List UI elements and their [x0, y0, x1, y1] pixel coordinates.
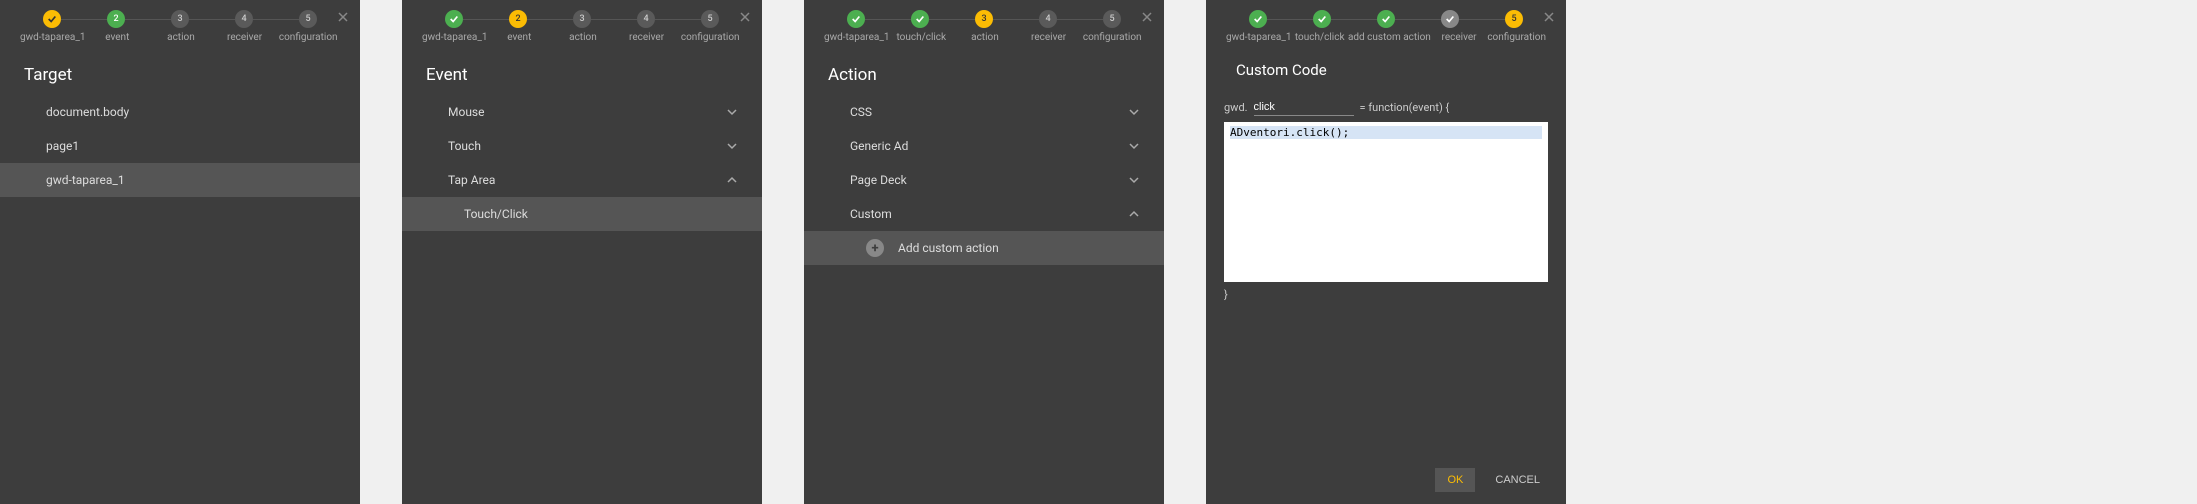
plus-icon: +	[866, 239, 884, 257]
step-1[interactable]	[43, 10, 61, 28]
code-line: ADventori.click();	[1230, 126, 1542, 139]
item-label: document.body	[46, 105, 129, 119]
step-5[interactable]: 5	[299, 10, 317, 28]
step-4[interactable]: 4	[637, 10, 655, 28]
target-item[interactable]: document.body	[0, 95, 360, 129]
step-2[interactable]: 2	[107, 10, 125, 28]
step-1[interactable]	[847, 10, 865, 28]
step-3[interactable]: 3	[573, 10, 591, 28]
item-label: Mouse	[448, 105, 485, 119]
panel-target: 2 3 4 5 gwd-taparea_1 event action recei…	[0, 0, 360, 504]
step-1[interactable]	[1249, 10, 1267, 28]
step-4[interactable]: 4	[1039, 10, 1057, 28]
add-label: Add custom action	[898, 241, 999, 255]
code-editor[interactable]: ADventori.click();	[1224, 122, 1548, 282]
step-label: event	[85, 32, 149, 43]
step-label: gwd-taparea_1	[422, 32, 487, 43]
event-item[interactable]: Touch/Click	[402, 197, 762, 231]
action-group[interactable]: Generic Ad	[804, 129, 1164, 163]
step-3[interactable]	[1377, 10, 1395, 28]
add-custom-action[interactable]: + Add custom action	[804, 231, 1164, 265]
step-3[interactable]: 3	[171, 10, 189, 28]
step-label: gwd-taparea_1	[1226, 32, 1291, 43]
chevron-up-icon	[726, 174, 738, 186]
func-prefix: gwd.	[1224, 101, 1248, 114]
section-title: Custom Code	[1206, 53, 1566, 87]
step-label: event	[487, 32, 551, 43]
chevron-down-icon	[1128, 140, 1140, 152]
action-group[interactable]: CSS	[804, 95, 1164, 129]
item-label: CSS	[850, 105, 872, 119]
chevron-down-icon	[1128, 106, 1140, 118]
action-group[interactable]: Page Deck	[804, 163, 1164, 197]
step-5[interactable]: 5	[1103, 10, 1121, 28]
chevron-down-icon	[726, 106, 738, 118]
panel-action: 3 4 5 gwd-taparea_1 touch/click action r…	[804, 0, 1164, 504]
step-label: gwd-taparea_1	[824, 32, 889, 43]
event-group[interactable]: Mouse	[402, 95, 762, 129]
func-suffix: = function(event) {	[1360, 101, 1450, 114]
code-section: gwd. = function(event) { ADventori.click…	[1206, 87, 1566, 319]
step-label: configuration	[276, 32, 340, 43]
step-label: configuration	[1080, 32, 1144, 43]
step-label: gwd-taparea_1	[20, 32, 85, 43]
step-label: receiver	[1017, 32, 1081, 43]
step-label: configuration	[678, 32, 742, 43]
step-label: receiver	[213, 32, 277, 43]
item-label: Generic Ad	[850, 139, 908, 153]
step-label: action	[551, 32, 615, 43]
step-2[interactable]	[1313, 10, 1331, 28]
step-3[interactable]: 3	[975, 10, 993, 28]
step-1[interactable]	[445, 10, 463, 28]
target-item[interactable]: gwd-taparea_1	[0, 163, 360, 197]
closing-brace: }	[1224, 282, 1548, 307]
stepper: 2 3 4 5	[0, 0, 360, 32]
step-2[interactable]	[911, 10, 929, 28]
section-title: Event	[402, 53, 762, 95]
panel-event: 2 3 4 5 gwd-taparea_1 event action recei…	[402, 0, 762, 504]
stepper: 2 3 4 5	[402, 0, 762, 32]
chevron-up-icon	[1128, 208, 1140, 220]
item-label: Page Deck	[850, 173, 907, 187]
ok-button[interactable]: OK	[1435, 468, 1475, 492]
step-4[interactable]	[1441, 10, 1459, 28]
function-name-input[interactable]	[1254, 99, 1354, 116]
step-label: configuration	[1487, 32, 1546, 43]
panel-configuration: 5 gwd-taparea_1 touch/click add custom a…	[1206, 0, 1566, 504]
step-labels: gwd-taparea_1 touch/click action receive…	[804, 32, 1164, 53]
step-labels: gwd-taparea_1 touch/click add custom act…	[1206, 32, 1566, 53]
step-label: touch/click	[889, 32, 953, 43]
step-labels: gwd-taparea_1 event action receiver conf…	[0, 32, 360, 53]
cancel-button[interactable]: CANCEL	[1483, 468, 1552, 492]
step-label: touch/click	[1291, 32, 1348, 43]
step-label: receiver	[615, 32, 679, 43]
chevron-down-icon	[1128, 174, 1140, 186]
item-label: gwd-taparea_1	[46, 173, 125, 187]
target-item[interactable]: page1	[0, 129, 360, 163]
item-label: Custom	[850, 207, 892, 221]
event-group[interactable]: Touch	[402, 129, 762, 163]
step-label: receiver	[1431, 32, 1488, 43]
item-label: Touch	[448, 139, 481, 153]
step-2[interactable]: 2	[509, 10, 527, 28]
event-group[interactable]: Tap Area	[402, 163, 762, 197]
stepper: 5	[1206, 0, 1566, 32]
action-group[interactable]: Custom	[804, 197, 1164, 231]
step-labels: gwd-taparea_1 event action receiver conf…	[402, 32, 762, 53]
item-label: page1	[46, 139, 79, 153]
section-title: Target	[0, 53, 360, 95]
chevron-down-icon	[726, 140, 738, 152]
step-label: add custom action	[1348, 32, 1431, 43]
stepper: 3 4 5	[804, 0, 1164, 32]
step-label: action	[149, 32, 213, 43]
step-4[interactable]: 4	[235, 10, 253, 28]
step-label: action	[953, 32, 1017, 43]
item-label: Tap Area	[448, 173, 495, 187]
function-signature: gwd. = function(event) {	[1224, 99, 1548, 122]
step-5[interactable]: 5	[1505, 10, 1523, 28]
section-title: Action	[804, 53, 1164, 95]
step-5[interactable]: 5	[701, 10, 719, 28]
button-row: OK CANCEL	[1435, 468, 1552, 492]
